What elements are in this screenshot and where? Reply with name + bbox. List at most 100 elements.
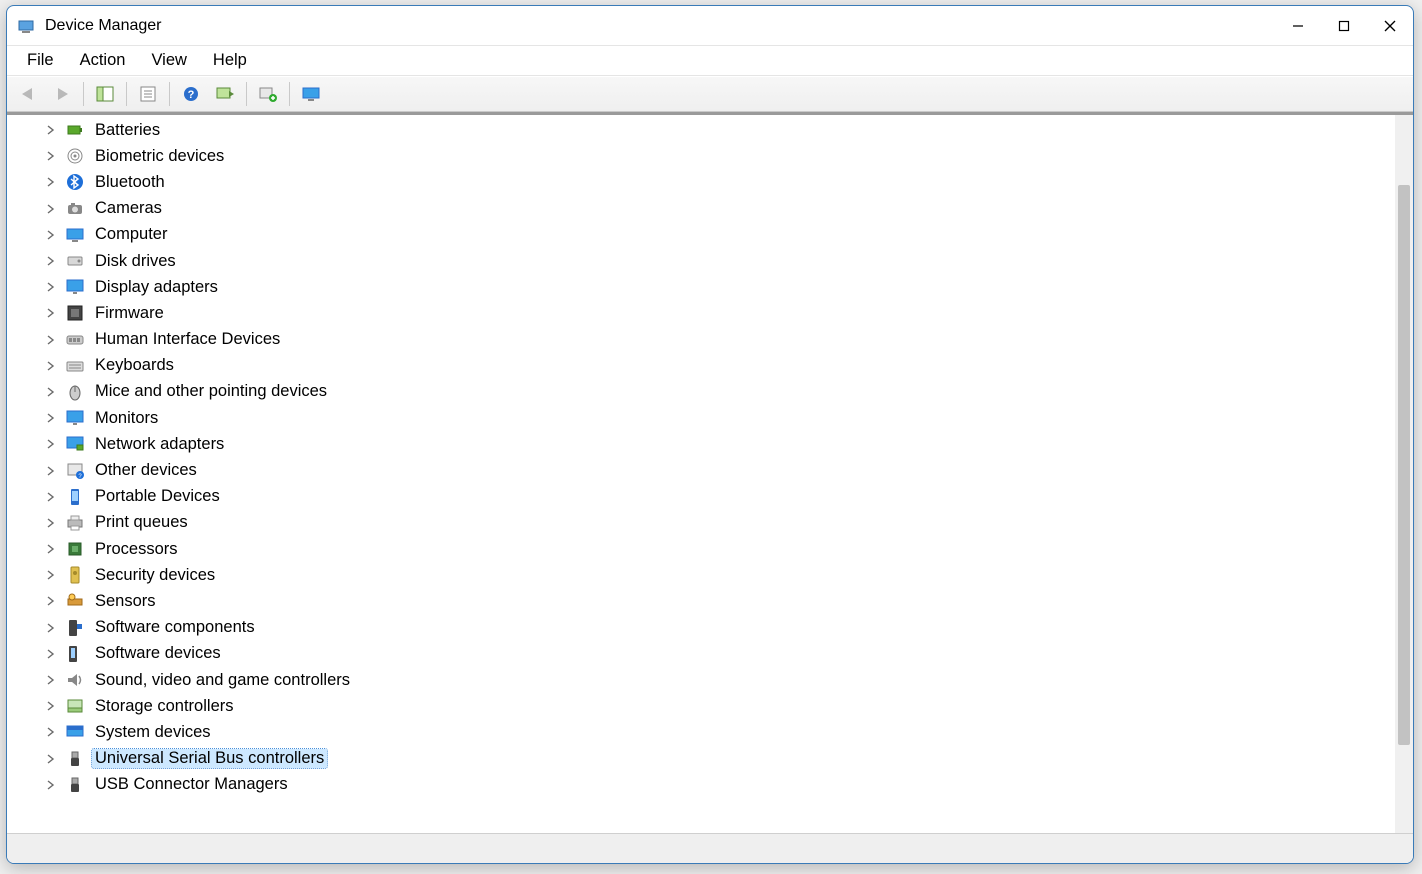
chevron-right-icon[interactable]	[43, 174, 59, 190]
keyboard-icon	[65, 356, 85, 376]
tree-item-cpu[interactable]: Processors	[43, 536, 1395, 562]
tree-item-storage[interactable]: Storage controllers	[43, 693, 1395, 719]
tree-item-mouse[interactable]: Mice and other pointing devices	[43, 379, 1395, 405]
chevron-right-icon[interactable]	[43, 253, 59, 269]
chevron-right-icon[interactable]	[43, 227, 59, 243]
back-button	[11, 79, 45, 109]
chevron-right-icon[interactable]	[43, 332, 59, 348]
minimize-button[interactable]	[1275, 9, 1321, 43]
portable-icon	[65, 487, 85, 507]
window-title: Device Manager	[45, 17, 162, 35]
battery-icon	[65, 120, 85, 140]
pane-icon	[95, 85, 115, 103]
tree-item-security[interactable]: Security devices	[43, 562, 1395, 588]
tree-item-label: Bluetooth	[92, 173, 168, 192]
tree-item-display[interactable]: Display adapters	[43, 274, 1395, 300]
vertical-scrollbar[interactable]	[1395, 115, 1413, 833]
chevron-right-icon[interactable]	[43, 305, 59, 321]
tree-item-sound[interactable]: Sound, video and game controllers	[43, 667, 1395, 693]
content-area: BatteriesBiometric devices Bluetooth Camer…	[7, 112, 1413, 833]
tree-item-system[interactable]: System devices	[43, 719, 1395, 745]
app-icon	[17, 17, 35, 35]
tree-item-portable[interactable]: Portable Devices	[43, 484, 1395, 510]
chevron-right-icon[interactable]	[43, 358, 59, 374]
tree-item-disk[interactable]: Disk drives	[43, 248, 1395, 274]
fingerprint-icon	[65, 146, 85, 166]
monitor-icon	[65, 408, 85, 428]
tree-item-battery[interactable]: Batteries	[43, 117, 1395, 143]
scrollbar-thumb[interactable]	[1398, 185, 1410, 745]
toolbar-separator	[169, 82, 170, 106]
bluetooth-icon	[65, 172, 85, 192]
chevron-right-icon[interactable]	[43, 541, 59, 557]
chevron-right-icon[interactable]	[43, 751, 59, 767]
titlebar: Device Manager	[7, 6, 1413, 46]
menu-file[interactable]: File	[15, 48, 66, 73]
chevron-right-icon[interactable]	[43, 436, 59, 452]
menu-view[interactable]: View	[139, 48, 198, 73]
toolbar-separator	[83, 82, 84, 106]
tree-item-label: Network adapters	[92, 435, 227, 454]
tree-item-sensor[interactable]: Sensors	[43, 588, 1395, 614]
scan-icon	[215, 85, 235, 103]
tree-item-firmware[interactable]: Firmware	[43, 300, 1395, 326]
chevron-right-icon[interactable]	[43, 672, 59, 688]
tree-item-hid[interactable]: Human Interface Devices	[43, 327, 1395, 353]
chevron-right-icon[interactable]	[43, 201, 59, 217]
tree-item-label: Software components	[92, 618, 258, 637]
add-hardware-button[interactable]	[251, 79, 285, 109]
monitor-button[interactable]	[294, 79, 328, 109]
menu-help[interactable]: Help	[201, 48, 259, 73]
tree-item-computer[interactable]: Computer	[43, 222, 1395, 248]
chevron-right-icon[interactable]	[43, 593, 59, 609]
chevron-right-icon[interactable]	[43, 698, 59, 714]
tree-item-bluetooth[interactable]: Bluetooth	[43, 169, 1395, 195]
properties-button[interactable]	[131, 79, 165, 109]
help-button[interactable]: ?	[174, 79, 208, 109]
chevron-right-icon[interactable]	[43, 724, 59, 740]
chevron-right-icon[interactable]	[43, 620, 59, 636]
chevron-right-icon[interactable]	[43, 122, 59, 138]
show-hide-console-tree-button[interactable]	[88, 79, 122, 109]
chevron-right-icon[interactable]	[43, 279, 59, 295]
tree-item-label: Human Interface Devices	[92, 330, 283, 349]
device-tree[interactable]: BatteriesBiometric devices Bluetooth Camer…	[43, 117, 1395, 798]
chevron-right-icon[interactable]	[43, 384, 59, 400]
chevron-right-icon[interactable]	[43, 489, 59, 505]
cpu-icon	[65, 539, 85, 559]
tree-item-label: Mice and other pointing devices	[92, 382, 330, 401]
maximize-button[interactable]	[1321, 9, 1367, 43]
tree-item-usb[interactable]: Universal Serial Bus controllers	[43, 746, 1395, 772]
menu-action[interactable]: Action	[68, 48, 138, 73]
scan-hardware-button[interactable]	[208, 79, 242, 109]
other-icon: ?	[65, 461, 85, 481]
chevron-right-icon[interactable]	[43, 148, 59, 164]
tree-item-monitor[interactable]: Monitors	[43, 405, 1395, 431]
chevron-right-icon[interactable]	[43, 646, 59, 662]
tree-item-other[interactable]: ?Other devices	[43, 457, 1395, 483]
minimize-icon	[1292, 20, 1304, 32]
monitor-icon	[301, 85, 321, 103]
tree-item-label: Print queues	[92, 513, 191, 532]
tree-item-network[interactable]: Network adapters	[43, 431, 1395, 457]
close-button[interactable]	[1367, 9, 1413, 43]
tree-item-swcomp[interactable]: Software components	[43, 615, 1395, 641]
chevron-right-icon[interactable]	[43, 463, 59, 479]
tree-item-label: Sensors	[92, 592, 159, 611]
chevron-right-icon[interactable]	[43, 777, 59, 793]
tree-item-usb[interactable]: USB Connector Managers	[43, 772, 1395, 798]
menubar: File Action View Help	[7, 46, 1413, 76]
firmware-icon	[65, 303, 85, 323]
tree-item-printer[interactable]: Print queues	[43, 510, 1395, 536]
tree-item-label: System devices	[92, 723, 214, 742]
tree-item-swdev[interactable]: Software devices	[43, 641, 1395, 667]
tree-item-fingerprint[interactable]: Biometric devices	[43, 143, 1395, 169]
tree-item-keyboard[interactable]: Keyboards	[43, 353, 1395, 379]
toolbar-separator	[289, 82, 290, 106]
chevron-right-icon[interactable]	[43, 410, 59, 426]
hid-icon	[65, 330, 85, 350]
chevron-right-icon[interactable]	[43, 515, 59, 531]
tree-item-label: Processors	[92, 540, 181, 559]
chevron-right-icon[interactable]	[43, 567, 59, 583]
tree-item-camera[interactable]: Cameras	[43, 196, 1395, 222]
